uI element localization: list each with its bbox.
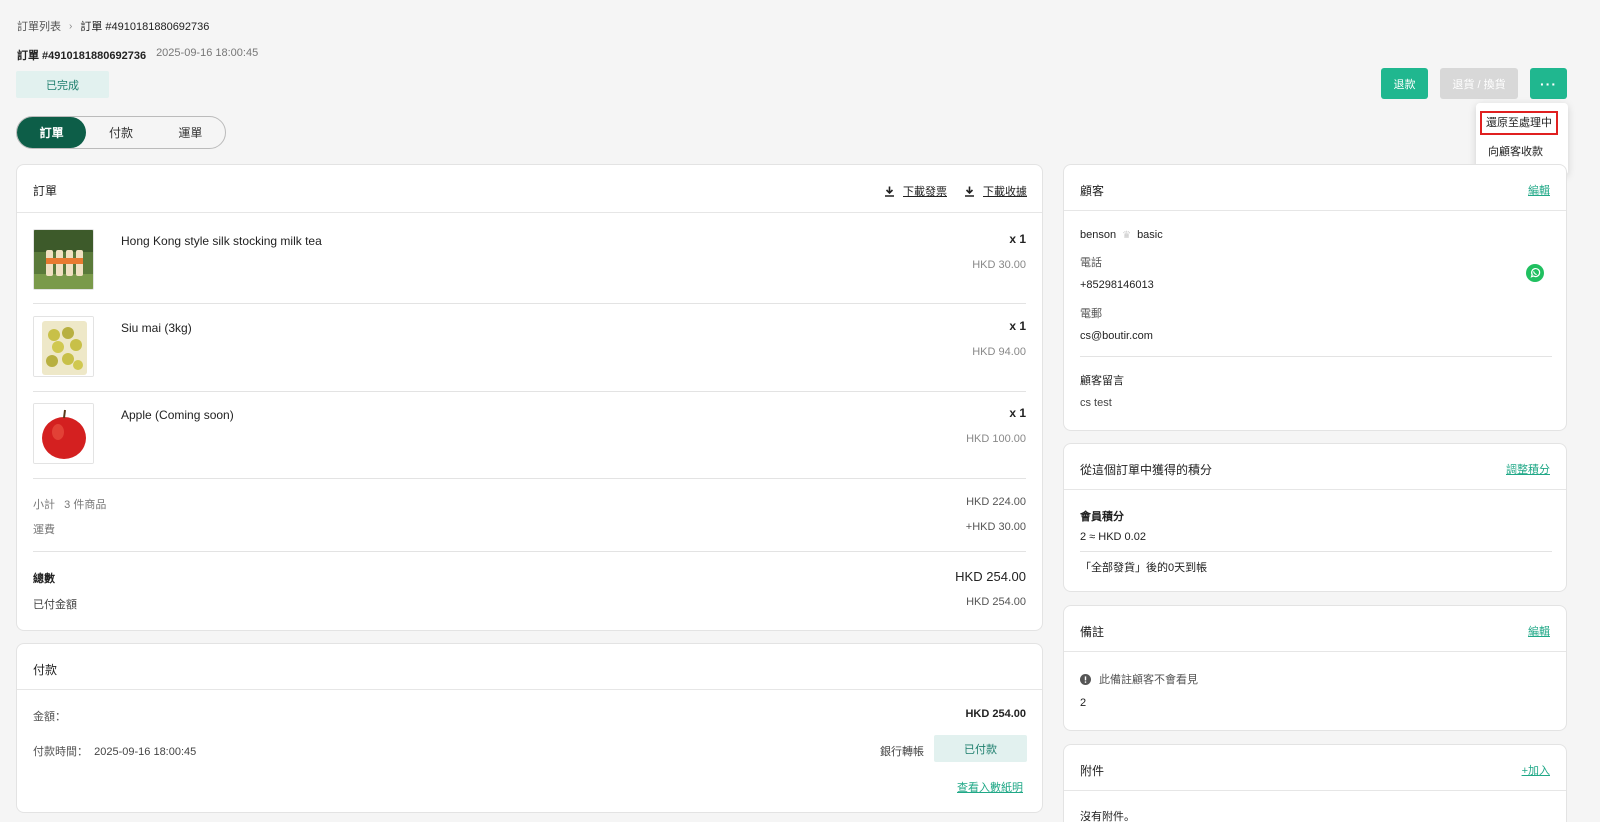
menu-item-revert-processing[interactable]: 還原至處理中 (1476, 111, 1568, 135)
shipping-value: +HKD 30.00 (965, 521, 1026, 533)
customer-message-label: 顧客留言 (1080, 375, 1124, 387)
tab-shipment[interactable]: 運單 (156, 117, 225, 148)
item-qty: x 1 (1009, 319, 1026, 333)
view-receipt-link[interactable]: 查看入數紙明 (957, 779, 1023, 795)
divider (33, 303, 1026, 304)
list-item: Apple (Coming soon) x 1 HKD 100.00 (33, 403, 1026, 465)
payment-status-badge: 已付款 (934, 735, 1027, 762)
tab-order[interactable]: 訂單 (17, 117, 87, 148)
remarks-value: 2 (1080, 697, 1087, 709)
points-card: 從這個訂單中獲得的積分 調整積分 會員積分 2 ≈ HKD 0.02 「全部發貨… (1063, 443, 1567, 592)
payment-amount-value: HKD 254.00 (965, 708, 1026, 720)
customer-message: cs test (1080, 397, 1112, 409)
points-card-header: 從這個訂單中獲得的積分 調整積分 (1064, 444, 1566, 490)
divider (33, 391, 1026, 392)
customer-email: cs@boutir.com (1080, 330, 1153, 342)
product-image-milk-tea (33, 229, 94, 290)
list-item: Siu mai (3kg) x 1 HKD 94.00 (33, 316, 1026, 378)
item-price: HKD 30.00 (972, 259, 1026, 271)
order-status-badge: 已完成 (16, 71, 109, 98)
more-actions-button[interactable]: ··· (1530, 68, 1567, 99)
product-image-siu-mai (33, 316, 94, 377)
attachments-card: 附件 +加入 沒有附件。 (1063, 744, 1567, 822)
order-datetime: 2025-09-16 18:00:45 (156, 47, 259, 59)
subtotal-label: 小計 3 件商品 (33, 499, 107, 511)
email-label: 電郵 (1080, 308, 1102, 320)
member-points-label: 會員積分 (1080, 511, 1124, 523)
refund-button[interactable]: 退款 (1381, 68, 1428, 99)
order-tabs: 訂單 付款 運單 (16, 116, 226, 149)
menu-item-collect-payment[interactable]: 向顧客收款 (1476, 142, 1568, 162)
payment-amount-label: 金額： (33, 711, 66, 723)
remarks-card-header: 備註 編輯 (1064, 606, 1566, 652)
item-name[interactable]: Apple (Coming soon) (121, 408, 234, 422)
item-price: HKD 100.00 (966, 433, 1026, 445)
remarks-card-title: 備註 (1080, 625, 1105, 639)
customer-tier: basic (1137, 229, 1163, 241)
total-value: HKD 254.00 (955, 569, 1026, 584)
edit-remarks-link[interactable]: 編輯 (1528, 623, 1550, 639)
paid-amount-label: 已付金額 (33, 599, 77, 611)
breadcrumb-separator: › (69, 20, 73, 32)
payment-card-title: 付款 (33, 663, 58, 677)
payment-card: 付款 金額： HKD 254.00 付款時間： 2025-09-16 18:00… (16, 643, 1043, 813)
item-price: HKD 94.00 (972, 346, 1026, 358)
add-attachment-link[interactable]: +加入 (1522, 762, 1550, 778)
item-qty: x 1 (1009, 232, 1026, 246)
order-number: 訂單 #4910181880692736 (17, 50, 147, 62)
download-receipt-link[interactable]: 下載收據 (964, 183, 1027, 199)
adjust-points-link[interactable]: 調整積分 (1506, 461, 1550, 477)
attachments-card-header: 附件 +加入 (1064, 745, 1566, 791)
crown-icon: ♛ (1122, 229, 1132, 241)
divider (33, 478, 1026, 479)
phone-label: 電話 (1080, 257, 1102, 269)
shipping-label: 運費 (33, 524, 55, 536)
member-points-value: 2 ≈ HKD 0.02 (1080, 531, 1146, 543)
order-header: 訂單 #4910181880692736 2025-09-16 18:00:45 (17, 47, 258, 63)
points-card-title: 從這個訂單中獲得的積分 (1080, 463, 1213, 477)
remarks-card: 備註 編輯 此備註顧客不會看見 2 (1063, 605, 1567, 731)
paid-amount-value: HKD 254.00 (966, 596, 1026, 608)
download-invoice-link[interactable]: 下載發票 (884, 183, 947, 199)
breadcrumb-order-list[interactable]: 訂單列表 (17, 18, 61, 34)
customer-name-row: benson ♛ basic (1080, 229, 1163, 241)
customer-name[interactable]: benson (1080, 229, 1116, 241)
download-icon (885, 186, 894, 197)
attachments-card-title: 附件 (1080, 764, 1105, 778)
customer-phone: +85298146013 (1080, 279, 1154, 291)
customer-card: 顧客 編輯 benson ♛ basic 電話 +85298146013 電郵 … (1063, 164, 1567, 431)
customer-card-header: 顧客 編輯 (1064, 165, 1566, 211)
order-card-title: 訂單 (33, 184, 58, 198)
item-name[interactable]: Hong Kong style silk stocking milk tea (121, 234, 322, 248)
product-image-apple (33, 403, 94, 464)
item-qty: x 1 (1009, 406, 1026, 420)
return-exchange-button[interactable]: 退貨 / 換貨 (1440, 68, 1518, 99)
customer-card-title: 顧客 (1080, 184, 1105, 198)
divider (1080, 356, 1552, 357)
points-credit-note: 「全部發貨」後的0天到帳 (1080, 562, 1208, 574)
tab-payment[interactable]: 付款 (86, 117, 155, 148)
whatsapp-icon[interactable] (1526, 264, 1544, 282)
remarks-hint: 此備註顧客不會看見 (1080, 671, 1198, 687)
divider (33, 551, 1026, 552)
list-item: Hong Kong style silk stocking milk tea x… (33, 229, 1026, 291)
order-card: 訂單 下載發票 下載收據 Hong Kong style silk stocki… (16, 164, 1043, 631)
item-name[interactable]: Siu mai (3kg) (121, 321, 192, 335)
payment-method: 銀行轉帳 (880, 746, 924, 758)
info-icon (1080, 673, 1091, 685)
no-attachments-text: 沒有附件。 (1080, 811, 1135, 822)
payment-time: 付款時間： 2025-09-16 18:00:45 (33, 746, 197, 758)
total-label: 總數 (33, 573, 55, 585)
edit-customer-link[interactable]: 編輯 (1528, 182, 1550, 198)
breadcrumb: 訂單列表 › 訂單 #4910181880692736 (17, 18, 209, 34)
order-card-header: 訂單 下載發票 下載收據 (17, 165, 1042, 213)
breadcrumb-current: 訂單 #4910181880692736 (80, 21, 210, 33)
payment-card-header: 付款 (17, 644, 1042, 690)
divider (1080, 551, 1552, 552)
subtotal-value: HKD 224.00 (966, 496, 1026, 508)
download-icon (965, 186, 974, 197)
